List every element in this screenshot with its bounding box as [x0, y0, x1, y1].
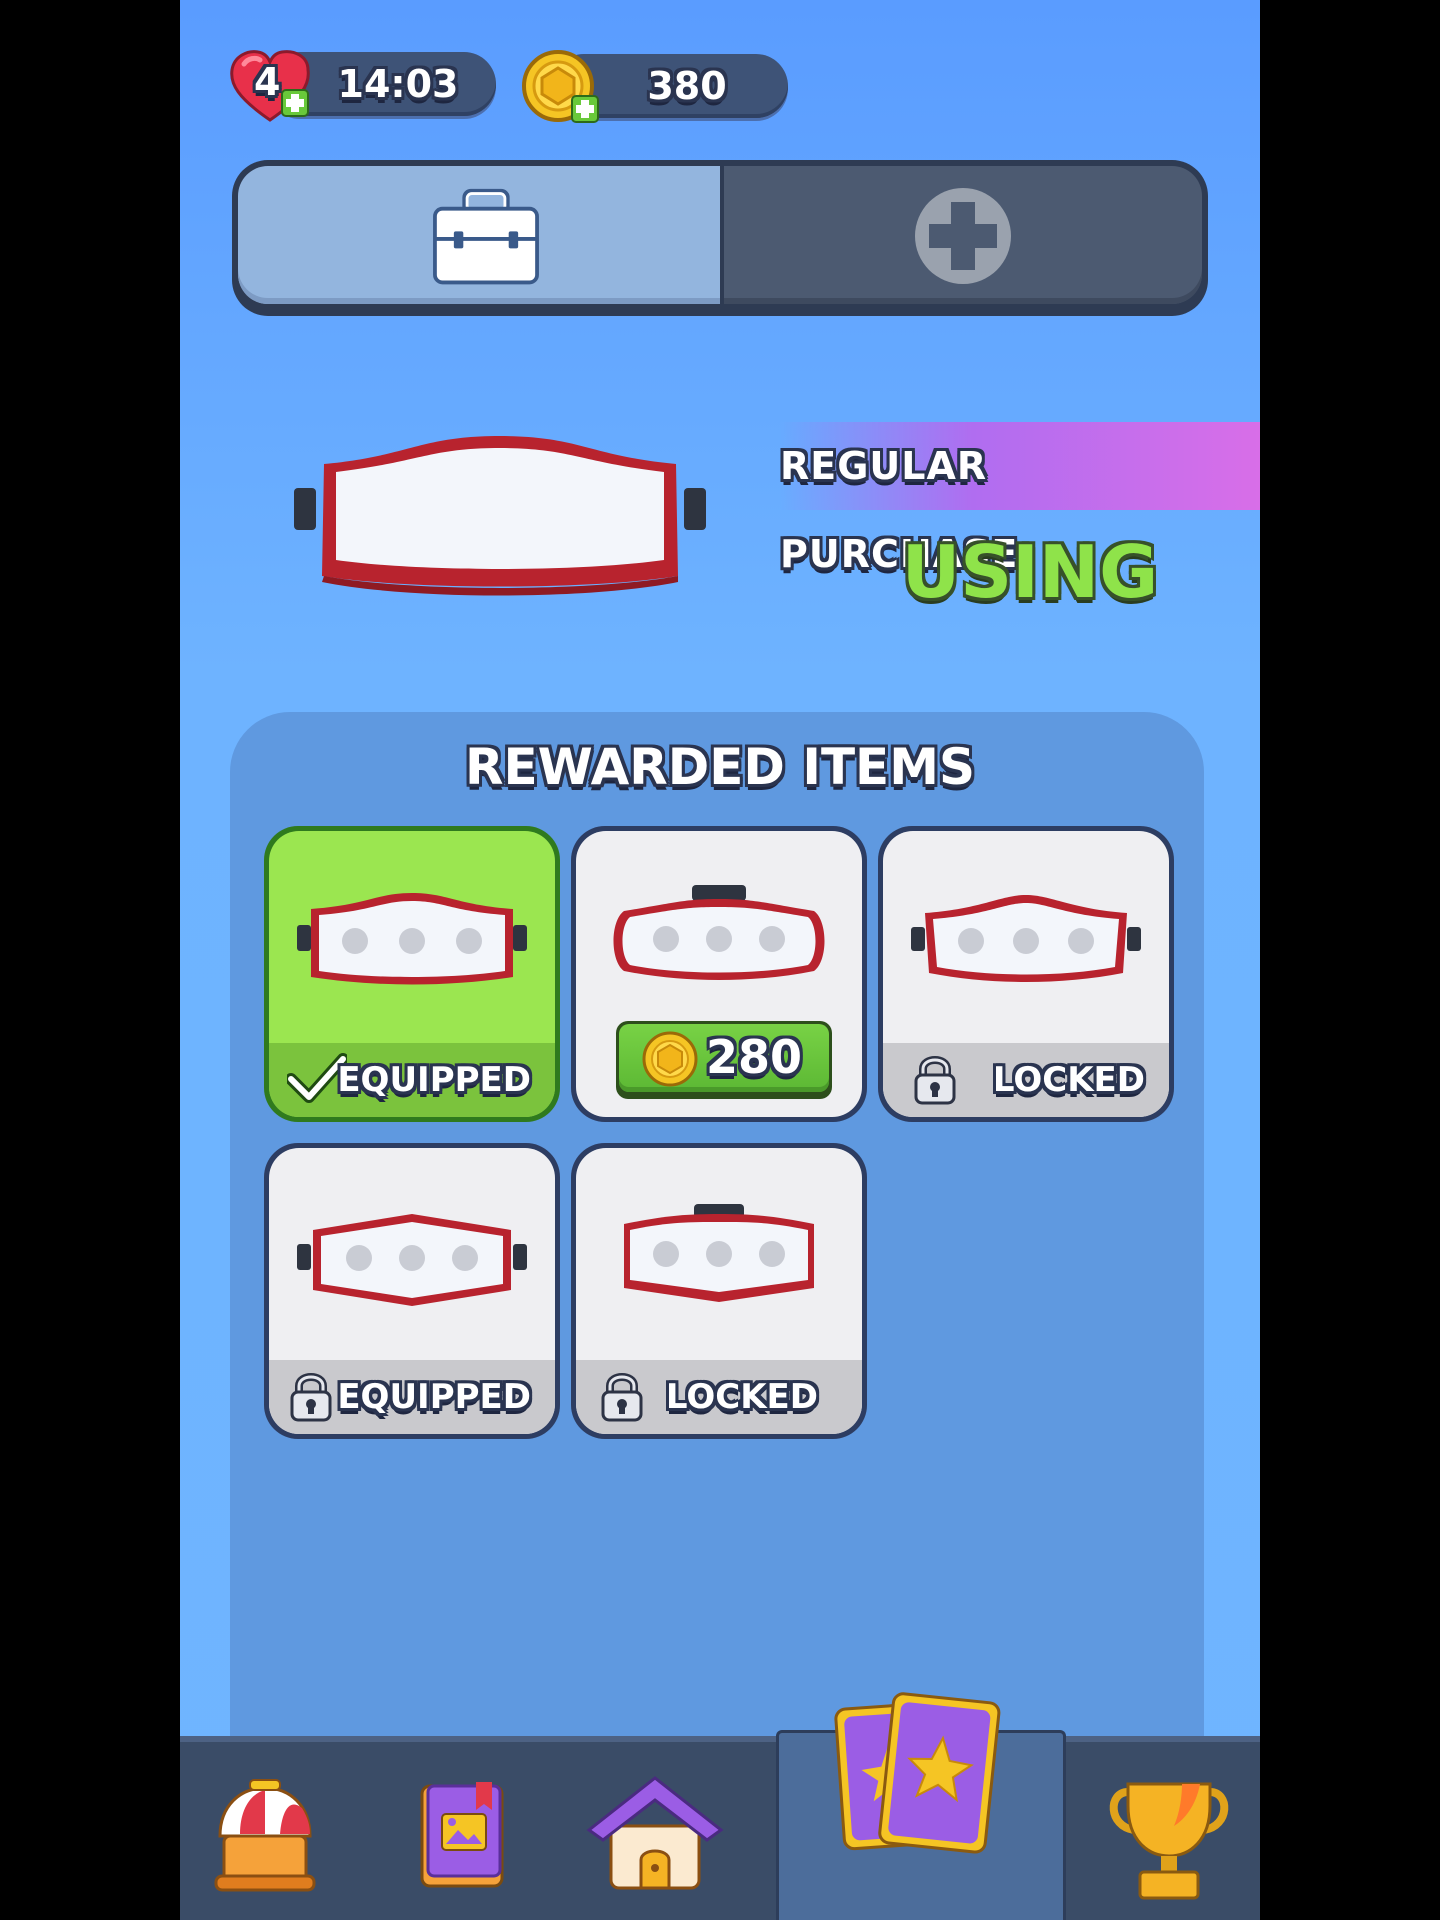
- lock-icon: [601, 1373, 643, 1422]
- reward-card-5[interactable]: LOCKED: [571, 1143, 867, 1439]
- category-tabs: [232, 160, 1208, 316]
- bandage-item-image: [297, 893, 527, 985]
- rewarded-title: REWARDED ITEMS: [465, 738, 975, 796]
- bandage-item-image: [624, 1204, 814, 1302]
- bandage-item-image: [297, 1214, 527, 1306]
- reward-card-1[interactable]: EQUIPPED: [264, 826, 560, 1122]
- card-footer: EQUIPPED: [269, 1043, 555, 1117]
- nav-album[interactable]: [400, 1736, 520, 1920]
- reward-card-2[interactable]: 280: [571, 826, 867, 1122]
- cards-icon: [834, 1692, 1001, 1854]
- bottom-nav: [180, 1692, 1260, 1920]
- purchase-type-ribbon: REGULAR PURCHASE: [780, 422, 1260, 576]
- nav-home[interactable]: [580, 1736, 730, 1920]
- home-icon: [586, 1776, 724, 1890]
- bandage-preview-image: [294, 436, 706, 596]
- buy-button[interactable]: 280: [616, 1021, 832, 1099]
- card-status: EQUIPPED: [337, 1377, 531, 1417]
- nav-cards[interactable]: [810, 1692, 1030, 1920]
- toolbox-icon: [433, 188, 539, 285]
- card-footer: LOCKED: [883, 1043, 1169, 1117]
- using-status: USING: [901, 530, 1159, 614]
- trophy-icon: [1109, 1782, 1229, 1900]
- lives-count: 4: [254, 60, 281, 104]
- game-screen: 14:03 4 380 REGULAR PURCHASE USING REWAR…: [180, 0, 1260, 1920]
- bandage-item-image: [613, 885, 825, 980]
- card-footer: EQUIPPED: [269, 1360, 555, 1434]
- coins-count: 380: [647, 64, 727, 108]
- card-status: LOCKED: [992, 1060, 1145, 1100]
- shop-icon: [214, 1779, 316, 1892]
- coin-icon: [642, 1031, 698, 1087]
- card-status: LOCKED: [665, 1377, 818, 1417]
- lock-icon: [914, 1056, 956, 1105]
- plus-circle-icon: [915, 188, 1011, 284]
- reward-card-3[interactable]: LOCKED: [878, 826, 1174, 1122]
- item-price: 280: [706, 1030, 803, 1084]
- album-icon: [420, 1782, 504, 1888]
- tab-add[interactable]: [724, 166, 1202, 304]
- card-status: EQUIPPED: [337, 1060, 531, 1100]
- lives-timer: 14:03: [337, 62, 459, 106]
- card-footer: LOCKED: [576, 1360, 862, 1434]
- coin-icon[interactable]: [520, 48, 604, 128]
- lock-icon: [290, 1373, 332, 1422]
- nav-shop[interactable]: [200, 1736, 330, 1920]
- nav-trophy[interactable]: [1100, 1736, 1240, 1920]
- tab-toolbox[interactable]: [238, 166, 720, 304]
- reward-card-4[interactable]: EQUIPPED: [264, 1143, 560, 1439]
- bandage-item-image: [911, 895, 1141, 982]
